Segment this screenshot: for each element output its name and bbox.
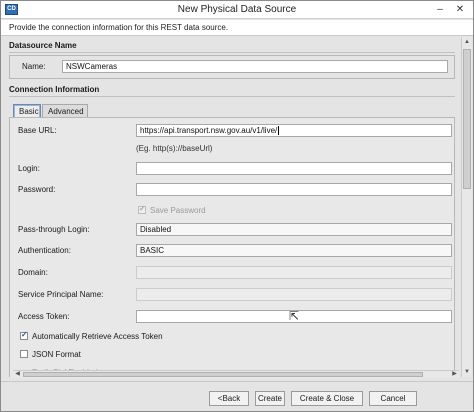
authentication-select[interactable]: BASIC [136,244,452,257]
window-title: New Physical Data Source [177,4,297,15]
base-url-label: Base URL: [18,126,57,135]
cancel-button[interactable]: Cancel [369,391,417,406]
base-url-input[interactable]: https://api.transport.nsw.gov.au/v1/live… [136,124,452,137]
name-input[interactable]: NSWCameras [62,60,448,73]
datasource-group: Name: NSWCameras [9,55,455,79]
json-format-label: JSON Format [32,350,81,359]
scroll-right-icon[interactable]: ▶ [450,370,459,378]
text-cursor [278,126,280,136]
password-label: Password: [18,185,56,194]
dialog-window: CD New Physical Data Source ‒ ✕ Provide … [0,0,474,412]
save-password-checkbox[interactable] [138,204,146,214]
access-token-label: Access Token: [18,312,70,321]
footer-bar: <Back Create Create & Close Cancel [1,381,473,411]
tab-advanced[interactable]: Advanced [42,104,88,118]
info-text: Provide the connection information for t… [1,20,473,36]
json-format-checkbox[interactable] [20,350,28,358]
horizontal-scrollbar[interactable]: ◀ ▶ [13,370,459,378]
form-content: Datasource Name Name: NSWCameras Connect… [3,37,459,377]
create-button[interactable]: Create [255,391,285,406]
create-close-button[interactable]: Create & Close [291,391,363,406]
minimize-icon[interactable]: ‒ [431,3,449,16]
connection-section-header: Connection Information [9,85,455,97]
scroll-up-icon[interactable]: ▲ [462,37,472,47]
login-input[interactable] [136,162,452,175]
name-label: Name: [22,62,46,71]
scroll-down-icon[interactable]: ▼ [462,367,472,377]
domain-label: Domain: [18,268,48,277]
vertical-scroll-thumb[interactable] [463,49,471,189]
title-bar[interactable]: CD New Physical Data Source ‒ ✕ [1,1,473,19]
connection-group: Base URL: https://api.transport.nsw.gov.… [9,117,455,377]
horizontal-scroll-thumb[interactable] [23,372,423,377]
pass-through-select[interactable]: Disabled [136,223,452,236]
tab-basic[interactable]: Basic [13,104,41,118]
mouse-pointer-icon: ⇱ [289,309,300,323]
password-input[interactable] [136,183,452,196]
close-icon[interactable]: ✕ [451,3,469,16]
domain-input[interactable] [136,266,452,279]
authentication-label: Authentication: [18,246,71,255]
login-label: Login: [18,164,40,173]
pass-through-label: Pass-through Login: [18,225,90,234]
scroll-left-icon[interactable]: ◀ [13,370,22,378]
datasource-section-header: Datasource Name [9,41,455,53]
auto-token-checkbox[interactable] [20,330,28,340]
back-button[interactable]: <Back [209,391,249,406]
spn-label: Service Principal Name: [18,290,104,299]
spn-input[interactable] [136,288,452,301]
save-password-label: Save Password [150,206,206,215]
base-url-hint: (Eg. http(s)://baseUrl) [136,144,213,153]
vertical-scrollbar[interactable]: ▲ ▼ [461,37,472,377]
auto-token-label: Automatically Retrieve Access Token [32,332,163,341]
base-url-value: https://api.transport.nsw.gov.au/v1/live… [140,126,278,135]
